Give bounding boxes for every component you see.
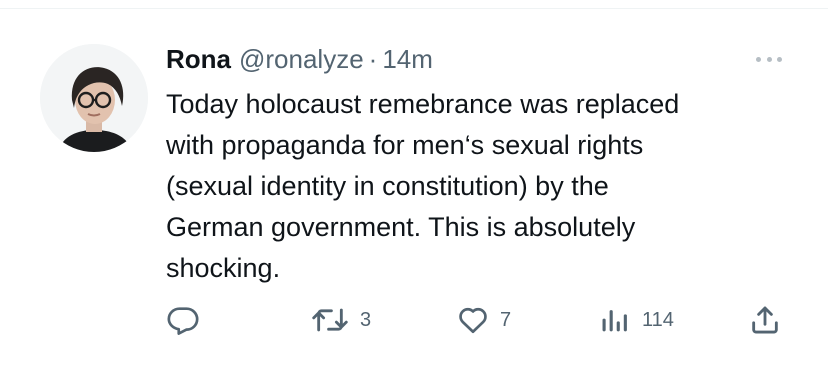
reply-button[interactable] <box>166 300 200 340</box>
heart-icon <box>459 307 487 334</box>
reply-icon <box>167 307 199 335</box>
tweet-text: Today holocaust remebrance was replaced … <box>166 89 680 283</box>
action-bar: 3 7 114 <box>0 300 828 340</box>
views-icon <box>602 310 627 332</box>
tweet-header: Rona @ronalyze · 14m <box>166 42 433 76</box>
more-dot <box>777 56 782 62</box>
avatar[interactable] <box>40 44 148 152</box>
retweet-button[interactable]: 3 <box>310 300 371 340</box>
share-icon <box>752 306 778 334</box>
retweet-count: 3 <box>360 308 372 331</box>
views-button[interactable]: 114 <box>598 300 674 340</box>
more-dot <box>766 56 772 62</box>
share-button[interactable] <box>748 300 782 340</box>
author-handle[interactable]: @ronalyze <box>239 42 364 76</box>
tweet[interactable]: Rona @ronalyze · 14m Today holocaust rem… <box>0 0 828 371</box>
timestamp[interactable]: 14m <box>382 42 433 76</box>
retweet-icon <box>312 308 348 332</box>
separator: · <box>368 44 378 74</box>
views-count: 114 <box>642 308 674 331</box>
like-count: 7 <box>500 308 512 331</box>
more-dot <box>756 56 761 62</box>
like-button[interactable]: 7 <box>456 300 511 340</box>
more-options-icon[interactable] <box>752 50 786 68</box>
avatar-image <box>40 44 148 152</box>
author-name[interactable]: Rona <box>166 42 231 76</box>
